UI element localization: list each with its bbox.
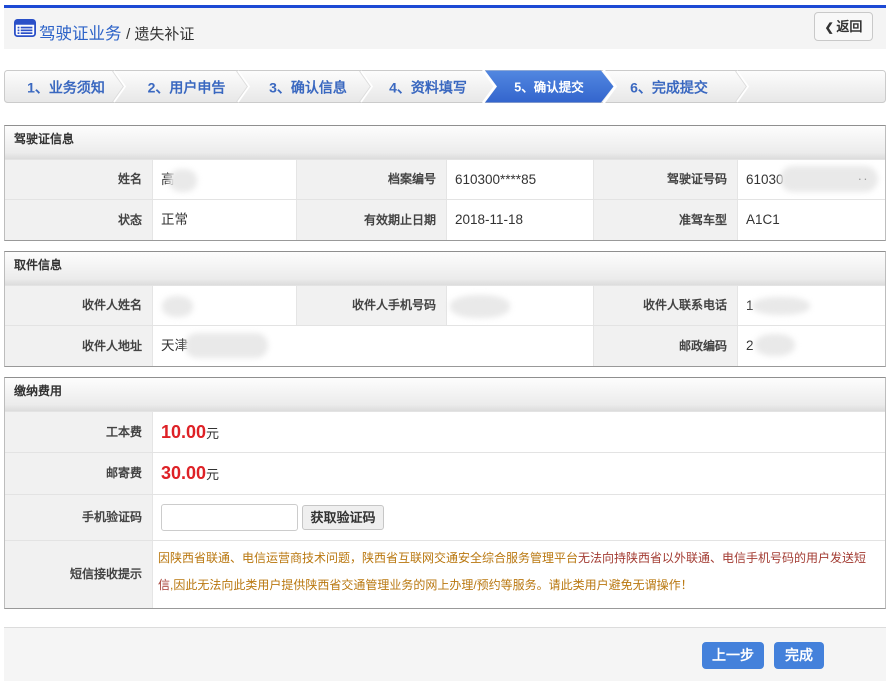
svg-text:4、资料填写: 4、资料填写 [389, 80, 467, 96]
svg-text:5、确认提交: 5、确认提交 [514, 80, 584, 95]
svg-text:6、完成提交: 6、完成提交 [630, 80, 708, 96]
svg-text:2、用户申告: 2、用户申告 [148, 80, 226, 96]
svg-text:1、业务须知: 1、业务须知 [27, 80, 105, 96]
svg-text:3、确认信息: 3、确认信息 [269, 80, 347, 96]
